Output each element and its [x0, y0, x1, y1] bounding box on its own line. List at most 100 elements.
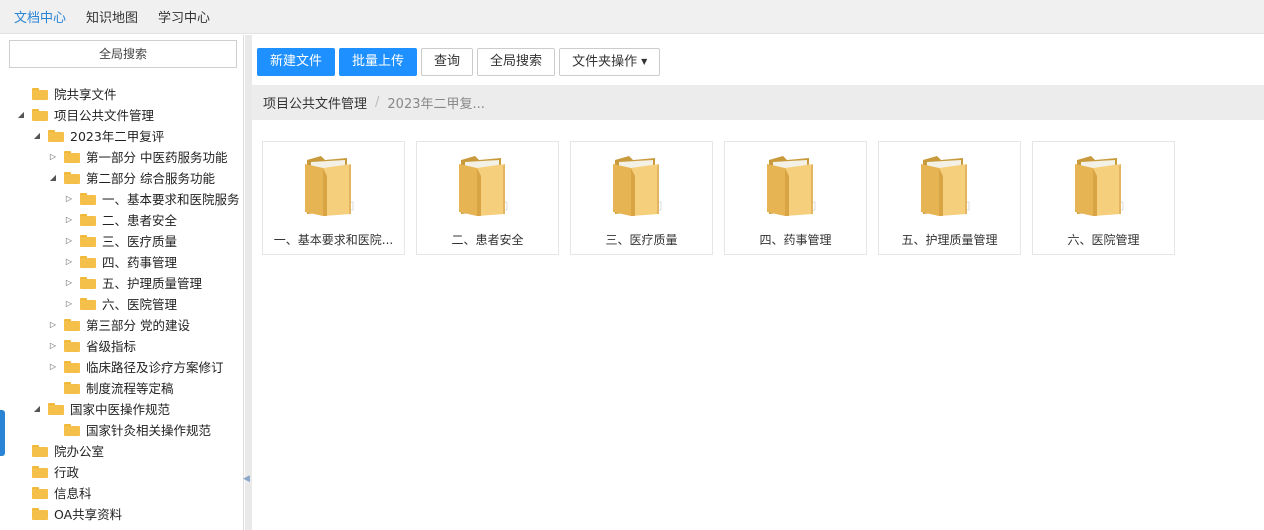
tree-node-label[interactable]: OA共享资料: [54, 504, 122, 523]
folder-icon: [917, 154, 975, 220]
tree-node[interactable]: ◢ 2023年二甲复评: [32, 125, 164, 146]
tree-node[interactable]: ▷ 三、医疗质量: [64, 230, 177, 251]
folder-icon: [64, 150, 80, 163]
nav-item-learning[interactable]: 学习中心: [158, 7, 210, 26]
folder-tile[interactable]: 五、护理质量管理: [878, 141, 1021, 255]
tree-node[interactable]: ▷ 第三部分 党的建设: [48, 314, 190, 335]
folder-icon: [32, 87, 48, 100]
tree-node-label[interactable]: 四、药事管理: [102, 252, 177, 271]
folder-icon: [1071, 154, 1129, 220]
expanded-caret-icon[interactable]: ◢: [32, 404, 42, 414]
tree-node[interactable]: ▷ 二、患者安全: [64, 209, 177, 230]
folder-tile[interactable]: 一、基本要求和医院...: [262, 141, 405, 255]
tree-node-label[interactable]: 第二部分 综合服务功能: [86, 168, 215, 187]
breadcrumb-item-current: 2023年二甲复...: [387, 97, 485, 112]
tree-node-label[interactable]: 二、患者安全: [102, 210, 177, 229]
tree-node[interactable]: 制度流程等定稿: [48, 377, 174, 398]
tree-node-label[interactable]: 省级指标: [86, 336, 136, 355]
folder-tile[interactable]: 二、患者安全: [416, 141, 559, 255]
folder-icon: [80, 276, 96, 289]
folder-tile[interactable]: 六、医院管理: [1032, 141, 1175, 255]
query-button[interactable]: 查询: [421, 48, 474, 76]
main-content: 新建文件 批量上传 查询 全局搜索 文件夹操作 ▼ 项目公共文件管理 / 2023…: [252, 35, 1264, 530]
folder-icon: [80, 255, 96, 268]
folder-ops-dropdown[interactable]: 文件夹操作 ▼: [559, 48, 661, 76]
breadcrumb-separator: /: [375, 95, 380, 110]
tree-node-label[interactable]: 项目公共文件管理: [54, 105, 154, 124]
tree-node-label[interactable]: 行政: [54, 462, 79, 481]
breadcrumb-item-root[interactable]: 项目公共文件管理: [263, 93, 367, 112]
tree-node[interactable]: 院共享文件: [16, 83, 117, 104]
tree-node-label[interactable]: 五、护理质量管理: [102, 273, 202, 292]
tree-node-label[interactable]: 临床路径及诊疗方案修订: [86, 357, 224, 376]
expanded-caret-icon[interactable]: ◢: [32, 131, 42, 141]
folder-icon: [32, 444, 48, 457]
folder-icon: [80, 234, 96, 247]
tree-node-label[interactable]: 六、医院管理: [102, 294, 177, 313]
tree-node[interactable]: ◢ 国家中医操作规范: [32, 398, 170, 419]
tree-node-label[interactable]: 制度流程等定稿: [86, 378, 174, 397]
expanded-caret-icon[interactable]: ◢: [16, 110, 26, 120]
tree-node-label[interactable]: 国家针灸相关操作规范: [86, 420, 211, 439]
folder-icon: [80, 213, 96, 226]
collapsed-caret-icon[interactable]: ▷: [64, 215, 74, 225]
top-nav: 文档中心 知识地图 学习中心: [0, 0, 1264, 34]
tree-node[interactable]: OA共享资料: [16, 503, 122, 524]
panel-divider[interactable]: [245, 35, 252, 530]
tree-node-label[interactable]: 第三部分 党的建设: [86, 315, 190, 334]
collapsed-caret-icon[interactable]: ▷: [64, 257, 74, 267]
tree-node[interactable]: ◢ 项目公共文件管理: [16, 104, 154, 125]
folder-icon: [64, 171, 80, 184]
tree-node[interactable]: 信息科: [16, 482, 92, 503]
collapsed-caret-icon[interactable]: ▷: [48, 152, 58, 162]
folder-tile-label: 三、医疗质量: [605, 233, 678, 247]
folder-icon: [301, 154, 359, 220]
collapsed-caret-icon[interactable]: ▷: [48, 341, 58, 351]
nav-item-knowledge-map[interactable]: 知识地图: [86, 7, 138, 26]
tree-node[interactable]: ▷ 五、护理质量管理: [64, 272, 202, 293]
tree-node-label[interactable]: 三、医疗质量: [102, 231, 177, 250]
tree-node[interactable]: ▷ 六、医院管理: [64, 293, 177, 314]
folder-tile[interactable]: 三、医疗质量: [570, 141, 713, 255]
batch-upload-button[interactable]: 批量上传: [339, 48, 418, 76]
tree-node-label[interactable]: 2023年二甲复评: [70, 126, 164, 145]
sidebar-global-search-button[interactable]: 全局搜索: [9, 40, 237, 68]
collapsed-caret-icon[interactable]: ▷: [64, 299, 74, 309]
collapsed-caret-icon[interactable]: ▷: [64, 278, 74, 288]
tree-node[interactable]: ▷ 第一部分 中医药服务功能: [48, 146, 228, 167]
toolbar: 新建文件 批量上传 查询 全局搜索 文件夹操作 ▼: [257, 48, 664, 76]
tree-node[interactable]: 院办公室: [16, 440, 104, 461]
tree-node-label[interactable]: 第一部分 中医药服务功能: [86, 147, 227, 166]
tree-node[interactable]: ▷ 一、基本要求和医院服务: [64, 188, 240, 209]
folder-tile[interactable]: 四、药事管理: [724, 141, 867, 255]
nav-item-docs[interactable]: 文档中心: [14, 7, 66, 26]
folder-tile-label: 二、患者安全: [451, 233, 524, 247]
tree-node-label[interactable]: 院办公室: [54, 441, 104, 460]
collapse-left-icon[interactable]: ◀: [243, 473, 251, 485]
global-search-button[interactable]: 全局搜索: [477, 48, 556, 76]
expanded-caret-icon[interactable]: ◢: [48, 173, 58, 183]
folder-icon: [64, 360, 80, 373]
tree-node[interactable]: ▷ 四、药事管理: [64, 251, 177, 272]
collapsed-caret-icon[interactable]: ▷: [48, 320, 58, 330]
tree-node-label[interactable]: 一、基本要求和医院服务: [102, 189, 240, 208]
collapsed-caret-icon[interactable]: ▷: [48, 362, 58, 372]
tree-node[interactable]: 国家针灸相关操作规范: [48, 419, 211, 440]
folder-icon: [64, 318, 80, 331]
tree-node-label[interactable]: 信息科: [54, 483, 92, 502]
collapsed-caret-icon[interactable]: ▷: [64, 236, 74, 246]
tree-node[interactable]: 行政: [16, 461, 79, 482]
collapsed-caret-icon[interactable]: ▷: [64, 194, 74, 204]
folder-icon: [32, 465, 48, 478]
tree-node[interactable]: ▷ 省级指标: [48, 335, 136, 356]
tree-node[interactable]: ▷ 临床路径及诊疗方案修订: [48, 356, 224, 377]
new-file-button[interactable]: 新建文件: [257, 48, 336, 76]
tree-node[interactable]: ◢ 第二部分 综合服务功能: [48, 167, 215, 188]
folder-icon: [48, 129, 64, 142]
folder-tile-label: 五、护理质量管理: [901, 233, 998, 247]
side-tab-handle[interactable]: [0, 410, 5, 456]
folder-icon: [80, 192, 96, 205]
tree-node-label[interactable]: 国家中医操作规范: [70, 399, 170, 418]
tree-node-label[interactable]: 院共享文件: [54, 84, 117, 103]
folder-icon: [455, 154, 513, 220]
